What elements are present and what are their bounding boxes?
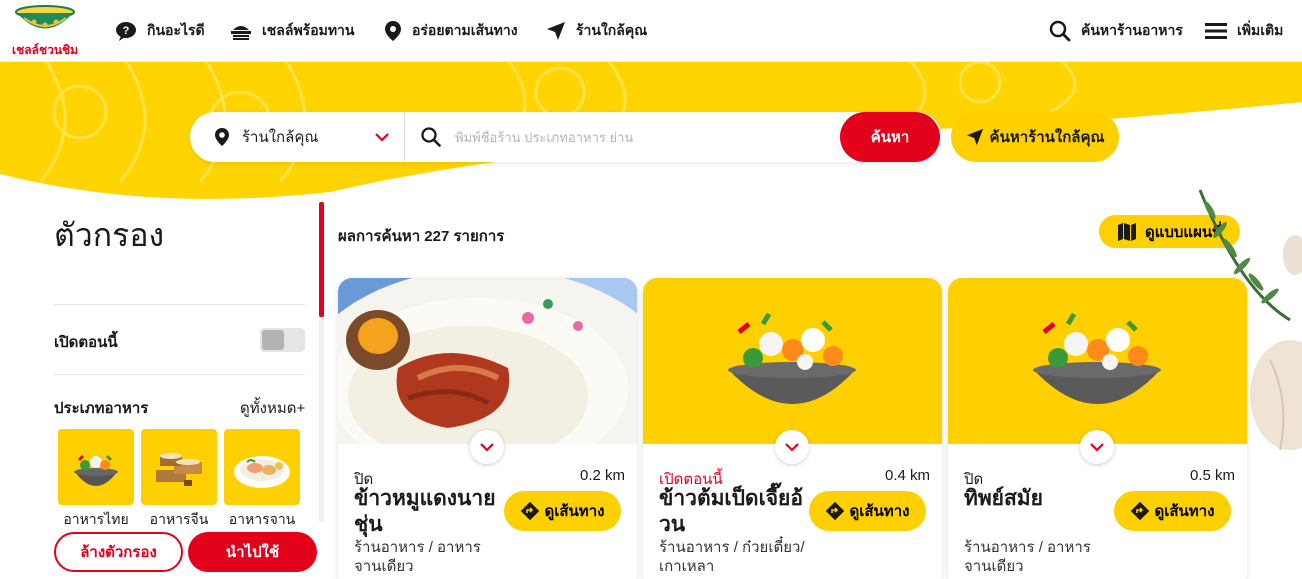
restaurant-card[interactable]: ปิด 0.2 km ข้าวหมูแดงนายชุ่น ร้านอาหาร /… — [338, 278, 637, 579]
nav-search-label: ค้นหาร้านอาหาร — [1081, 22, 1183, 38]
decorative-herbs-image — [1198, 189, 1302, 451]
logo-text: เชลล์ชวนชิม — [12, 43, 79, 57]
results-count: ผลการค้นหา 227 รายการ — [338, 228, 505, 245]
chevron-down-icon — [785, 443, 799, 452]
search-nearby-button[interactable]: ค้นหาร้านใกล้คุณ — [951, 112, 1119, 162]
location-dropdown[interactable]: ร้านใกล้คุณ — [190, 112, 405, 162]
expand-card-button[interactable] — [1080, 430, 1114, 464]
distance: 0.2 km — [579, 467, 625, 484]
divider — [54, 374, 305, 375]
navigation-arrow-icon — [966, 128, 983, 146]
chevron-down-icon — [1090, 443, 1104, 452]
restaurant-name[interactable]: ทิพย์สมัย — [964, 486, 1109, 512]
nav-item-nearby[interactable]: ร้านใกล้คุณ — [546, 0, 647, 62]
food-tray-icon — [231, 26, 251, 40]
expand-card-button[interactable] — [775, 430, 809, 464]
top-navigation: เชลล์ชวนชิม ? กินอะไรดี เชลล์พร้อมทาน อร… — [0, 0, 1302, 62]
directions-button[interactable]: ดูเส้นทาง — [809, 491, 926, 531]
clear-filter-button[interactable]: ล้างตัวกรอง — [54, 532, 183, 572]
directions-button[interactable]: ดูเส้นทาง — [504, 491, 621, 531]
search-bar: ร้านใกล้คุณ ค้นหา — [190, 112, 942, 162]
question-bubble-icon: ? — [116, 22, 136, 41]
nav-more-label: เพิ่มเติม — [1237, 22, 1284, 38]
search-nearby-label: ค้นหาร้านใกล้คุณ — [989, 129, 1105, 146]
apply-filter-button[interactable]: นำไปใช้ — [188, 532, 317, 572]
nav-item-label: กินอะไรดี — [147, 22, 205, 38]
nav-item-route[interactable]: อร่อยตามเส้นทาง — [384, 0, 518, 62]
open-now-toggle[interactable] — [260, 328, 305, 352]
category-thai-image — [58, 429, 134, 505]
map-pin-icon — [385, 21, 401, 41]
navigation-arrow-icon — [547, 22, 565, 40]
see-all-link[interactable]: ดูทั้งหมด+ — [240, 396, 305, 420]
category-chinese-image — [141, 429, 217, 505]
map-pin-icon — [215, 128, 229, 146]
filter-title: ตัวกรอง — [54, 217, 165, 253]
hamburger-menu-icon — [1205, 23, 1227, 39]
chevron-down-icon — [375, 133, 389, 142]
svg-text:?: ? — [123, 25, 130, 37]
brand-logo[interactable]: เชลล์ชวนชิม — [12, 4, 78, 58]
filter-scrollbar-thumb[interactable] — [319, 202, 324, 317]
location-value: ร้านใกล้คุณ — [242, 129, 319, 146]
distance: 0.4 km — [884, 467, 930, 484]
nav-item-label: เชลล์พร้อมทาน — [262, 22, 355, 38]
category-chinese[interactable]: อาหารจีน — [141, 429, 217, 531]
open-now-label: เปิดตอนนี้ — [54, 334, 118, 351]
nav-more[interactable]: เพิ่มเติม — [1205, 0, 1283, 62]
category-label: อาหารจาน — [228, 511, 296, 527]
restaurant-photo — [338, 278, 637, 508]
restaurant-type: ร้านอาหาร / ก๋วยเตี๋ยว/เกาเหลา — [659, 539, 805, 575]
restaurant-name[interactable]: ข้าวหมูแดงนายชุ่น — [354, 486, 499, 538]
food-type-label: ประเภทอาหาร — [54, 400, 149, 417]
category-single-dish-image — [224, 429, 300, 505]
nav-item-ready-to-eat[interactable]: เชลล์พร้อมทาน — [230, 0, 355, 62]
directions-label: ดูเส้นทาง — [849, 503, 910, 520]
directions-label: ดูเส้นทาง — [544, 503, 605, 520]
search-icon — [1049, 20, 1071, 42]
restaurant-name[interactable]: ข้าวต้มเป็ดเจี๊ยอ้วน — [659, 486, 804, 538]
restaurant-type: ร้านอาหาร / อาหารจานเดียว — [354, 539, 481, 575]
category-label: อาหารไทย — [63, 511, 129, 527]
expand-card-button[interactable] — [470, 430, 504, 464]
nav-item-label: อร่อยตามเส้นทาง — [412, 22, 518, 38]
directions-icon — [1130, 502, 1149, 520]
map-icon — [1117, 222, 1136, 241]
divider — [54, 304, 305, 305]
toggle-knob — [262, 330, 284, 350]
search-button[interactable]: ค้นหา — [840, 112, 940, 162]
nav-search-restaurant[interactable]: ค้นหาร้านอาหาร — [1049, 0, 1183, 62]
directions-icon — [825, 502, 844, 520]
category-thai[interactable]: อาหารไทย — [58, 429, 134, 531]
restaurant-placeholder-image — [643, 278, 942, 464]
logo-bowl-icon — [15, 5, 75, 29]
category-single-dish[interactable]: อาหารจาน — [224, 429, 300, 531]
nav-item-what-to-eat[interactable]: ? กินอะไรดี — [115, 0, 205, 62]
restaurant-type: ร้านอาหาร / อาหารจานเดียว — [964, 539, 1091, 575]
search-input[interactable] — [455, 129, 815, 145]
search-icon — [421, 127, 441, 147]
category-label: อาหารจีน — [149, 511, 209, 527]
restaurant-card[interactable]: เปิดตอนนี้ 0.4 km ข้าวต้มเป็ดเจี๊ยอ้วน ร… — [643, 278, 942, 579]
directions-icon — [520, 502, 539, 520]
filter-panel: ตัวกรอง เปิดตอนนี้ ประเภทอาหาร ดูทั้งหมด… — [0, 200, 325, 579]
chevron-down-icon — [480, 443, 494, 452]
nav-item-label: ร้านใกล้คุณ — [576, 22, 648, 38]
